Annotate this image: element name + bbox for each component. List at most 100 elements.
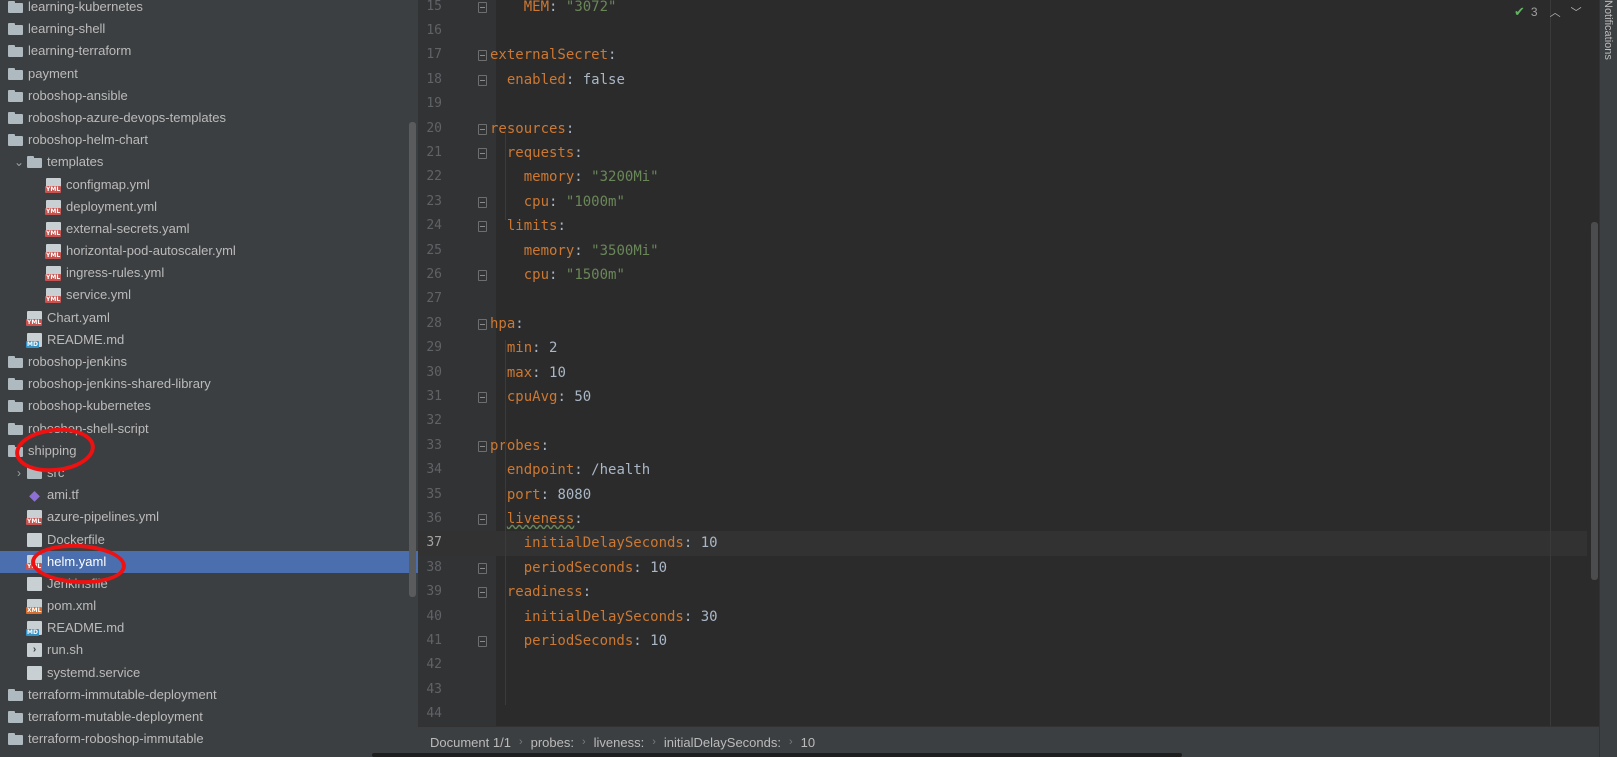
tree-folder-item[interactable]: learning-shell <box>0 18 418 40</box>
tree-file-item[interactable]: YML deployment.yml <box>0 196 418 218</box>
next-highlight-icon[interactable]: ﹀ <box>1571 4 1582 20</box>
breadcrumb-item-initial-delay-seconds[interactable]: initialDelaySeconds: <box>656 735 789 750</box>
yaml-value: 50 <box>574 388 592 405</box>
tree-folder-item[interactable]: ⌄ templates <box>0 151 418 173</box>
code-line[interactable]: 34 endpoint: /health <box>418 458 1599 482</box>
folder-icon <box>8 377 23 391</box>
tree-folder-item[interactable]: roboshop-jenkins-shared-library <box>0 373 418 395</box>
tree-file-item[interactable]: YML horizontal-pod-autoscaler.yml <box>0 240 418 262</box>
code-line[interactable]: 16 <box>418 19 1599 43</box>
tree-file-item[interactable]: YML azure-pipelines.yml <box>0 506 418 528</box>
tree-folder-item[interactable]: roboshop-kubernetes <box>0 395 418 417</box>
yaml-colon: : <box>683 535 693 552</box>
code-line[interactable]: 35 port: 8080 <box>418 483 1599 507</box>
code-line[interactable]: 19 <box>418 92 1599 116</box>
code-line[interactable]: 32 <box>418 409 1599 433</box>
folder-icon <box>27 155 42 169</box>
code-line[interactable]: 15 MEM: "3072" <box>418 0 1599 19</box>
fold-marker-icon[interactable] <box>478 635 487 647</box>
code-line[interactable]: 40 initialDelaySeconds: 30 <box>418 605 1599 629</box>
code-line[interactable]: 44 <box>418 702 1599 726</box>
yaml-colon: : <box>549 266 558 283</box>
code-line[interactable]: 20 resources: <box>418 117 1599 141</box>
tree-folder-item[interactable]: terraform-immutable-deployment <box>0 684 418 706</box>
tree-folder-item[interactable]: terraform-roboshop-immutable <box>0 728 418 750</box>
tree-folder-item[interactable]: roboshop-ansible <box>0 85 418 107</box>
code-line[interactable]: 25 memory: "3500Mi" <box>418 239 1599 263</box>
code-line[interactable]: 17 externalSecret: <box>418 43 1599 67</box>
code-line[interactable]: 33 probes: <box>418 434 1599 458</box>
chevron-down-icon[interactable]: ⌄ <box>13 151 25 173</box>
tree-folder-item[interactable]: learning-terraform <box>0 40 418 62</box>
code-line[interactable]: 39 readiness: <box>418 580 1599 604</box>
fold-marker-icon[interactable] <box>478 1 487 13</box>
breadcrumb-item-liveness[interactable]: liveness: <box>586 735 653 750</box>
tree-file-item[interactable]: YML Chart.yaml <box>0 307 418 329</box>
previous-highlight-icon[interactable]: ︿ <box>1550 4 1561 20</box>
fold-marker-icon[interactable] <box>478 391 487 403</box>
fold-marker-icon[interactable] <box>478 147 487 159</box>
code-line[interactable]: 22 memory: "3200Mi" <box>418 165 1599 189</box>
fold-marker-icon[interactable] <box>478 123 487 135</box>
code-line[interactable]: 36 liveness: <box>418 507 1599 531</box>
tree-folder-item[interactable]: terraform-mutable-deployment <box>0 706 418 728</box>
tree-file-item[interactable]: YML service.yml <box>0 284 418 306</box>
fold-marker-icon[interactable] <box>478 196 487 208</box>
editor-scrollbar[interactable] <box>1591 222 1598 580</box>
tree-item-label: terraform-roboshop-immutable <box>28 731 204 747</box>
yaml-key: probes <box>490 437 541 454</box>
tree-file-item[interactable]: ◆ ami.tf <box>0 484 418 506</box>
code-line[interactable]: 27 <box>418 287 1599 311</box>
fold-marker-icon[interactable] <box>478 562 487 574</box>
fold-marker-icon[interactable] <box>478 513 487 525</box>
fold-marker-icon[interactable] <box>478 587 487 599</box>
yaml-key: min <box>506 340 533 357</box>
code-line[interactable]: 18 enabled: false <box>418 68 1599 92</box>
inspection-widget[interactable]: ✔ 3 ︿ ﹀ <box>1514 2 1582 22</box>
tree-file-item[interactable]: MD README.md <box>0 617 418 639</box>
fold-marker-icon[interactable] <box>478 50 487 62</box>
yaml-entry: memory: "3500Mi" <box>524 239 659 263</box>
code-line[interactable]: 21 requests: <box>418 141 1599 165</box>
tree-folder-item[interactable]: learning-kubernetes <box>0 0 418 18</box>
line-number: 41 <box>426 632 442 648</box>
code-line[interactable]: 23 cpu: "1000m" <box>418 190 1599 214</box>
breadcrumb-item-probes[interactable]: probes: <box>523 735 582 750</box>
tree-folder-item[interactable]: payment <box>0 63 418 85</box>
md-badge-icon: MD <box>26 629 39 637</box>
code-line[interactable]: 43 <box>418 678 1599 702</box>
tree-item-label: azure-pipelines.yml <box>47 509 159 525</box>
md-file-icon: MD <box>26 332 42 348</box>
tree-file-item[interactable]: › run.sh <box>0 639 418 661</box>
tree-item-label: ami.tf <box>47 487 79 503</box>
fold-marker-icon[interactable] <box>478 440 487 452</box>
fold-marker-icon[interactable] <box>478 221 487 233</box>
tree-folder-item[interactable]: roboshop-helm-chart <box>0 129 418 151</box>
tree-file-item[interactable]: YML configmap.yml <box>0 174 418 196</box>
tree-folder-item[interactable]: roboshop-jenkins <box>0 351 418 373</box>
code-line[interactable]: 31 cpuAvg: 50 <box>418 385 1599 409</box>
code-line[interactable]: 41 periodSeconds: 10 <box>418 629 1599 653</box>
code-line[interactable]: 30 max: 10 <box>418 361 1599 385</box>
fold-marker-icon[interactable] <box>478 318 487 330</box>
code-line[interactable]: 28 hpa: <box>418 312 1599 336</box>
tree-file-item[interactable]: MD README.md <box>0 329 418 351</box>
fold-marker-icon[interactable] <box>478 269 487 281</box>
tree-folder-item[interactable]: roboshop-azure-devops-templates <box>0 107 418 129</box>
tree-file-item[interactable]: systemd.service <box>0 662 418 684</box>
notifications-tab[interactable]: Notifications <box>1602 0 1614 60</box>
project-tree-panel: learning-kubernetes learning-shell learnin… <box>0 0 418 757</box>
tree-file-item[interactable]: XML pom.xml <box>0 595 418 617</box>
fold-marker-icon[interactable] <box>478 74 487 86</box>
code-line[interactable]: 24 limits: <box>418 214 1599 238</box>
tree-scrollbar[interactable] <box>409 122 416 597</box>
breadcrumb-item-value[interactable]: 10 <box>793 735 823 750</box>
code-line[interactable]: 42 <box>418 653 1599 677</box>
tree-file-item[interactable]: YML ingress-rules.yml <box>0 262 418 284</box>
code-editor[interactable]: 15 MEM: "3072" 16 17 externalSecret: 18 enable… <box>418 0 1599 726</box>
code-line[interactable]: 26 cpu: "1500m" <box>418 263 1599 287</box>
code-line[interactable]: 38 periodSeconds: 10 <box>418 556 1599 580</box>
tree-file-item[interactable]: YML external-secrets.yaml <box>0 218 418 240</box>
code-line[interactable]: 37 initialDelaySeconds: 10 <box>418 531 1599 556</box>
code-line[interactable]: 29 min: 2 <box>418 336 1599 360</box>
